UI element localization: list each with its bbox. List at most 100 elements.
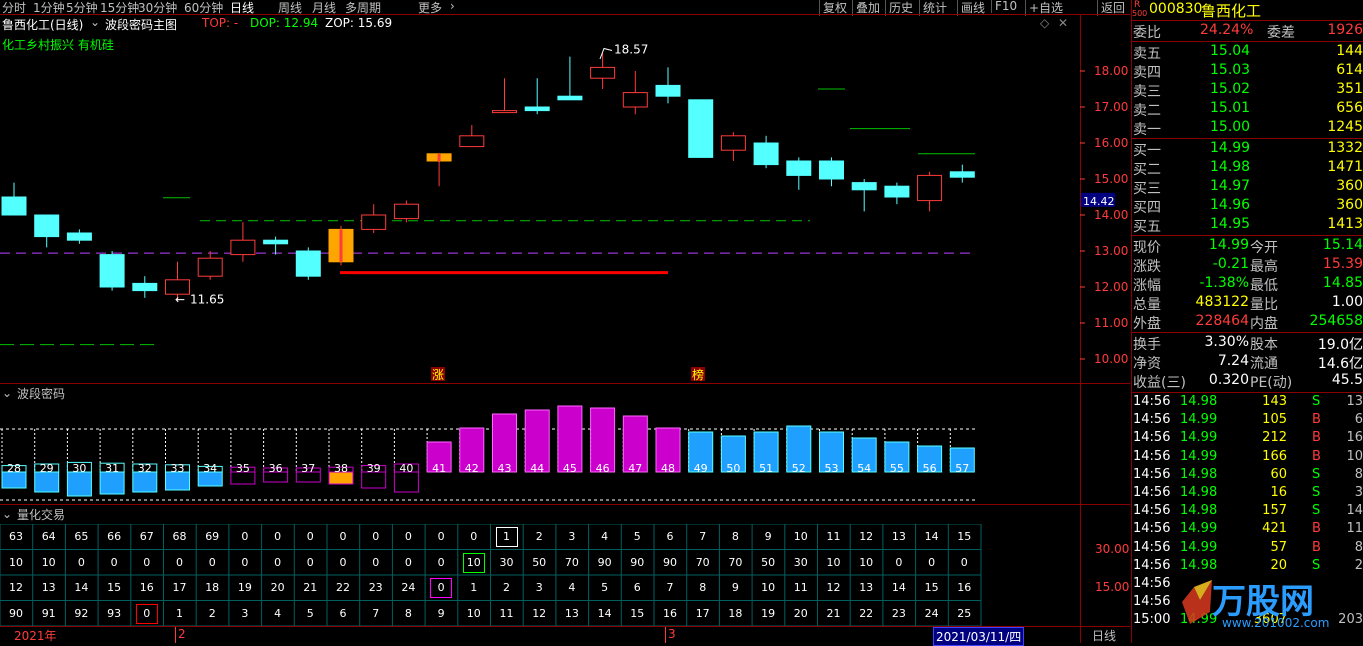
price-axis-label: 11.00 xyxy=(1094,316,1128,330)
book-price: 15.04 xyxy=(1210,43,1251,59)
stat-value: 15.39 xyxy=(1322,256,1363,272)
book-label: 卖五 xyxy=(1133,46,1161,62)
band-label: 38 xyxy=(334,462,348,475)
quant-cell: 24 xyxy=(924,606,939,620)
quant-cell: 14 xyxy=(891,581,906,594)
band-label: 32 xyxy=(138,462,152,475)
band-label: 52 xyxy=(792,462,806,475)
ask-row[interactable]: 卖四 15.03 614 xyxy=(1132,62,1363,81)
quant-cell: 68 xyxy=(172,530,187,543)
quant-cell: 0 xyxy=(241,555,249,569)
candle xyxy=(786,157,812,190)
badge-500: 500 xyxy=(1132,9,1148,18)
quant-cell: 12 xyxy=(532,606,547,620)
period-label[interactable]: 日线 xyxy=(1092,627,1116,644)
book-price: 15.03 xyxy=(1210,62,1251,78)
band-bar: 31 xyxy=(99,429,125,495)
bid-row[interactable]: 买四 14.96 360 xyxy=(1132,197,1363,216)
divider xyxy=(1132,332,1363,333)
band-label: 45 xyxy=(563,462,577,475)
bid-row[interactable]: 买一 14.99 1332 xyxy=(1132,140,1363,159)
weibi-value: 24.24% xyxy=(1200,22,1254,38)
quant-cell: 0 xyxy=(437,530,445,543)
bid-row[interactable]: 买五 14.95 1413 xyxy=(1132,216,1363,235)
tick-count: 3 xyxy=(1354,485,1363,500)
quant-cell: 65 xyxy=(74,530,89,543)
tick-volume: 212 xyxy=(1262,430,1287,446)
ask-row[interactable]: 卖三 15.02 351 xyxy=(1132,81,1363,100)
quant-cell: 20 xyxy=(270,581,285,594)
tick-price: 14.98 xyxy=(1180,485,1218,500)
band-bar: 45 xyxy=(557,405,583,475)
quant-cell: 10 xyxy=(859,555,874,569)
quant-cell: 14 xyxy=(924,530,939,543)
candle xyxy=(328,225,354,266)
band-bar: 57 xyxy=(949,429,975,475)
quant-cell: 4 xyxy=(274,606,282,620)
candle xyxy=(295,247,321,280)
weicha-value: 1926 xyxy=(1327,22,1363,38)
right-toolbar: 复权 叠加 历史 统计 画线 F10 +自选 返回 xyxy=(815,0,1130,16)
stat-value: 1.00 xyxy=(1331,294,1363,310)
tick-row: 14:56 14.98 143 S 13 xyxy=(1132,394,1363,412)
tick-price: 14.99 xyxy=(1180,430,1218,446)
quant-cell: 3 xyxy=(535,581,543,594)
book-label: 买四 xyxy=(1133,200,1161,216)
quant-cell-highlight xyxy=(430,578,453,598)
ask-row[interactable]: 卖五 15.04 144 xyxy=(1132,43,1363,62)
chevron-down-icon[interactable]: ⌄ xyxy=(2,507,12,521)
date-month-2: 2 xyxy=(178,627,186,641)
band-label: 39 xyxy=(367,462,381,475)
band-label: 43 xyxy=(498,462,512,475)
quant-cell: 30 xyxy=(499,555,514,569)
book-volume: 360 xyxy=(1336,178,1363,194)
chevron-right-icon[interactable]: › xyxy=(450,0,455,13)
tick-time: 14:56 xyxy=(1133,412,1171,428)
quant-cell: 17 xyxy=(172,581,187,594)
quant-cell: 11 xyxy=(499,606,514,620)
bid-row[interactable]: 买二 14.98 1471 xyxy=(1132,159,1363,178)
band-bar: 46 xyxy=(590,407,616,475)
tick-row: 14:56 14.99 166 B 10 xyxy=(1132,449,1363,467)
weibi-label: 委比 xyxy=(1133,25,1161,41)
marker-zhang: 涨 xyxy=(432,367,444,382)
quant-cell: 7 xyxy=(372,606,380,620)
quant-cell: 2 xyxy=(535,530,543,543)
quant-cell: 10 xyxy=(793,530,808,543)
weicha-label: 委差 xyxy=(1267,25,1295,41)
ask-row[interactable]: 卖一 15.00 1245 xyxy=(1132,119,1363,138)
quant-cell: 15 xyxy=(630,606,645,620)
band-bar: 50 xyxy=(720,429,746,475)
quant-cell: 16 xyxy=(663,606,677,620)
toolbar-button-5[interactable]: F10 xyxy=(991,0,1017,13)
fundamental-row: 净资 7.24 流通 14.6亿 xyxy=(1132,353,1363,372)
quant-cell: 70 xyxy=(728,555,743,569)
candle xyxy=(459,125,485,148)
quant-cell: 0 xyxy=(176,555,183,569)
band-bar: 35 xyxy=(230,429,256,485)
candle xyxy=(1,182,27,216)
ask-row[interactable]: 卖二 15.01 656 xyxy=(1132,100,1363,119)
tick-side: S xyxy=(1312,485,1321,500)
stat-value: 228464 xyxy=(1195,313,1249,329)
candle-body xyxy=(99,254,125,288)
quant-cell: 1 xyxy=(176,606,183,620)
candle xyxy=(361,204,387,233)
quant-cell: 70 xyxy=(564,555,579,569)
quant-cell: 91 xyxy=(41,606,56,620)
stat-label: PE(动) xyxy=(1250,375,1293,391)
date-month-3: 3 xyxy=(668,627,676,641)
quant-cell: 9 xyxy=(437,606,445,620)
stat-value: 19.0亿 xyxy=(1317,337,1363,353)
weibi-row: 委比 24.24% 委差 1926 xyxy=(1132,22,1363,41)
quant-cell: 10 xyxy=(466,606,481,620)
tick-row: 14:56 14.98 157 S 14 xyxy=(1132,503,1363,521)
stat-label: 今开 xyxy=(1250,240,1278,256)
quant-cell: 24 xyxy=(401,581,416,594)
divider xyxy=(1132,138,1363,139)
bid-row[interactable]: 买三 14.97 360 xyxy=(1132,178,1363,197)
tick-price: 14.98 xyxy=(1180,557,1218,573)
band-bar: 55 xyxy=(884,429,910,475)
stat-label: 现价 xyxy=(1133,240,1161,256)
book-volume: 1245 xyxy=(1327,119,1363,135)
